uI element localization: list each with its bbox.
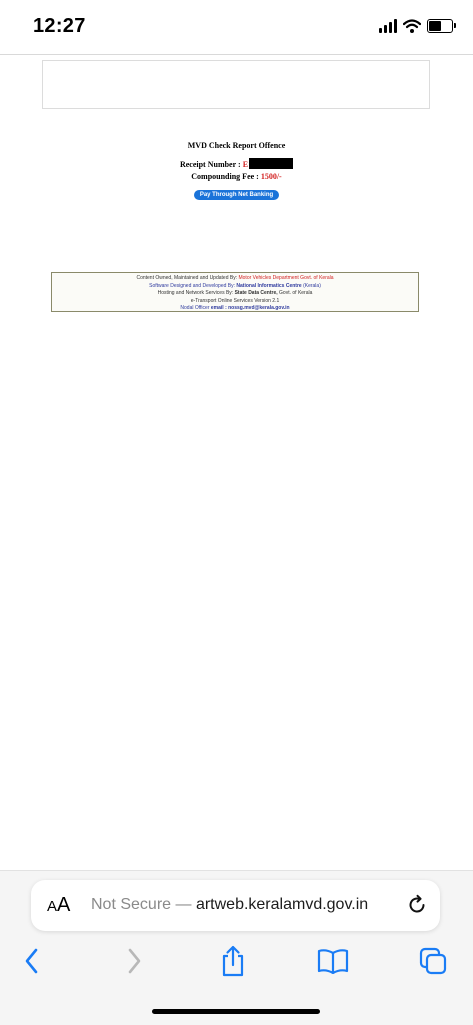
web-content: MVD Check Report Offence Receipt Number …	[0, 55, 473, 870]
nic-link[interactable]: National Informatics Centre	[236, 283, 301, 289]
footer-version: e-Transport Online Services Version 2.1	[190, 297, 280, 304]
footer-hosting-suffix: Govt. of Kerala	[279, 290, 313, 297]
footer-email-link[interactable]: nossg.mvd@kerala.gov.in	[228, 305, 289, 311]
footer-hosting-label: Hosting and Network Services By:	[157, 290, 234, 297]
footer-hosting: Hosting and Network Services By: State D…	[52, 290, 418, 298]
redaction-block	[249, 158, 294, 169]
share-icon	[222, 945, 244, 977]
address-bar[interactable]: AA Not Secure — artweb.keralamvd.gov.in	[31, 880, 440, 931]
share-button[interactable]	[215, 943, 251, 979]
safari-toolbar: AA Not Secure — artweb.keralamvd.gov.in	[0, 870, 473, 1025]
aa-large-glyph: A	[57, 894, 71, 916]
security-label: Not Secure —	[91, 896, 192, 913]
home-indicator	[152, 1009, 320, 1014]
receipt-value: E	[242, 160, 249, 169]
signal-icon	[379, 19, 397, 33]
footer-owned: Content Owned, Maintained and Updated By…	[52, 275, 418, 283]
wifi-icon	[403, 19, 421, 33]
mvd-link[interactable]: Motor Vehicles Department Govt. of Keral…	[238, 275, 333, 281]
forward-button[interactable]	[116, 943, 152, 979]
nav-buttons	[0, 943, 473, 979]
back-icon	[25, 948, 38, 974]
footer-owned-label: Content Owned, Maintained and Updated By…	[136, 275, 238, 281]
sdc-link[interactable]: State Data Centre,	[235, 290, 278, 296]
pay-net-banking-button[interactable]: Pay Through Net Banking	[193, 190, 280, 200]
footer: Content Owned, Maintained and Updated By…	[51, 272, 419, 312]
tabs-button[interactable]	[415, 943, 451, 979]
footer-designed: Software Designed and Developed By: Nati…	[52, 283, 418, 291]
bookmarks-icon	[317, 949, 349, 974]
aa-small-glyph: A	[47, 898, 58, 915]
receipt-label: Receipt Number :	[179, 160, 241, 169]
status-time: 12:27	[33, 15, 86, 37]
footer-nodal-label: Nodal Officer	[180, 305, 210, 312]
back-button[interactable]	[14, 943, 50, 979]
battery-level	[429, 21, 441, 31]
reload-icon[interactable]	[406, 894, 428, 916]
forward-icon	[128, 948, 141, 974]
fee-row: Compounding Fee : 1500/-	[0, 171, 473, 183]
fee-label: Compounding Fee :	[191, 172, 259, 181]
footer-designed-label: Software Designed and Developed By:	[149, 282, 235, 289]
tabs-icon	[419, 947, 447, 975]
status-bar: 12:27	[0, 0, 473, 55]
status-icons	[379, 19, 456, 33]
battery-icon	[427, 19, 456, 33]
fee-value: 1500/-	[260, 172, 282, 181]
bookmarks-button[interactable]	[315, 943, 351, 979]
receipt-row: Receipt Number : E	[0, 158, 473, 171]
url-text[interactable]: Not Secure — artweb.keralamvd.gov.in	[91, 896, 368, 914]
footer-email-label: email :	[210, 305, 227, 312]
report-block: MVD Check Report Offence Receipt Number …	[0, 141, 473, 201]
footer-nodal: Nodal Officer email : nossg.mvd@kerala.g…	[52, 305, 418, 313]
url-domain: artweb.keralamvd.gov.in	[195, 896, 369, 913]
header-banner	[42, 60, 430, 109]
report-title: MVD Check Report Offence	[187, 141, 286, 150]
footer-designed-suffix: (Kerala)	[303, 282, 321, 289]
reader-settings-button[interactable]: AA	[47, 894, 70, 917]
